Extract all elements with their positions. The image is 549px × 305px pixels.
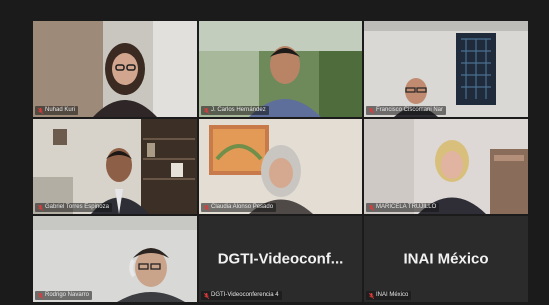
participant-name: J. Carlos Hernández: [211, 107, 266, 113]
mic-muted-icon: [369, 204, 374, 211]
participant-name: DGTI-Videoconferencia 4: [211, 292, 279, 298]
video-tile-rodrigo-navarro[interactable]: Rodrigo Navarro: [33, 216, 197, 302]
participant-video-feed: [33, 216, 197, 302]
participant-name-tag: J. Carlos Hernández: [201, 106, 269, 115]
participant-display-name: INAI México: [403, 250, 489, 268]
participant-name: Claudia Alonso Pesado: [211, 204, 274, 210]
participant-name: Gabriel Torres Espinoza: [45, 204, 109, 210]
participant-video-feed: [199, 119, 362, 214]
participant-name-tag: Gabriel Torres Espinoza: [35, 203, 112, 212]
participant-name: INAI México: [376, 292, 409, 298]
participant-video-feed: [364, 21, 528, 117]
participant-name-tag: Nuhad Kuri: [35, 106, 79, 115]
mic-muted-icon: [38, 107, 43, 114]
participant-name: Francisco Ciscomani Nar: [376, 107, 444, 113]
participant-video-feed: [364, 119, 528, 214]
participant-name-tag: Francisco Ciscomani Nar: [366, 106, 447, 115]
video-tile-francisco-ciscomani[interactable]: Francisco Ciscomani Nar: [364, 21, 528, 117]
video-tile-maricela-trujillo[interactable]: MARICELA TRUJILLO: [364, 119, 528, 214]
video-tile-dgti-videoconferencia[interactable]: DGTI-Videoconf... DGTI-Videoconferencia …: [199, 216, 362, 302]
participant-name-tag: Claudia Alonso Pesado: [201, 203, 277, 212]
mic-muted-icon: [38, 292, 43, 299]
participant-name: MARICELA TRUJILLO: [376, 204, 437, 210]
video-tile-gabriel-torres[interactable]: Gabriel Torres Espinoza: [33, 119, 197, 214]
mic-muted-icon: [38, 204, 43, 211]
mic-muted-icon: [369, 107, 374, 114]
video-tile-nuhad-kuri[interactable]: Nuhad Kuri: [33, 21, 197, 117]
mic-muted-icon: [204, 107, 209, 114]
participant-video-feed: [33, 21, 197, 117]
video-tile-inai-mexico[interactable]: INAI México INAI México: [364, 216, 528, 302]
participant-name-tag: INAI México: [366, 291, 412, 300]
video-tile-claudia-alonso[interactable]: Claudia Alonso Pesado: [199, 119, 362, 214]
participant-name-tag: DGTI-Videoconferencia 4: [201, 291, 282, 300]
participant-display-name: DGTI-Videoconf...: [217, 250, 344, 268]
participant-video-feed: [199, 21, 362, 117]
participant-name-tag: Rodrigo Navarro: [35, 291, 93, 300]
mic-muted-icon: [369, 292, 374, 299]
video-tile-j-carlos-hernandez[interactable]: J. Carlos Hernández: [199, 21, 362, 117]
mic-muted-icon: [204, 292, 209, 299]
participant-name-tag: MARICELA TRUJILLO: [366, 203, 440, 212]
participant-name: Rodrigo Navarro: [45, 292, 90, 298]
participant-name: Nuhad Kuri: [45, 107, 76, 113]
participant-video-feed: [33, 119, 197, 214]
mic-muted-icon: [204, 204, 209, 211]
